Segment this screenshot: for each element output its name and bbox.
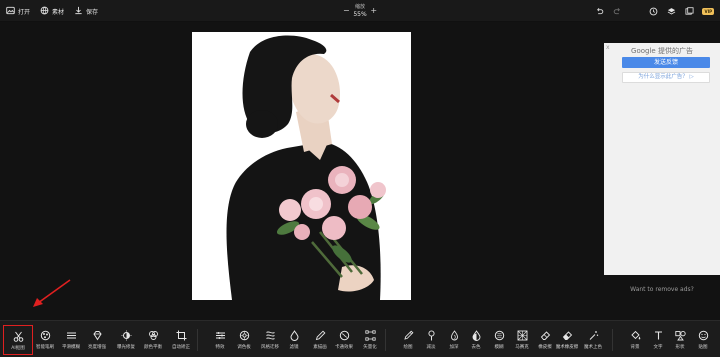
tool-label: 魔术上色 [584,345,602,350]
tool-label: 绘图 [403,345,413,350]
download-icon [74,6,83,17]
tool-color-balance-button[interactable]: 颜色平衡 [138,325,168,355]
history-actions: VIP [594,0,714,22]
zoom-out-button[interactable]: − [341,6,351,16]
tool-label: 特效 [215,345,225,350]
globe-icon [40,6,49,17]
tool-label: 调色板 [237,345,251,350]
bottom-toolbar: AI抠图 智能笔刷 平滑模糊 亮度增强 曝光修复 颜色平衡 自动矫正 特效 调色板 风格迁移 滤镜 素… [0,320,720,357]
tool-label: AI抠图 [11,346,25,351]
crop-icon [175,329,187,341]
sliders-icon [214,329,226,341]
layers-icon[interactable] [666,6,676,16]
scissors-icon [12,330,24,342]
text-icon [652,329,664,341]
send-feedback-button[interactable]: 发送反馈 [622,57,710,68]
assets-button[interactable]: 素材 [40,6,64,17]
cartoon-icon [338,329,350,341]
tool-label: 自动矫正 [172,345,190,350]
remove-ads-link[interactable]: Want to remove ads? [604,286,720,293]
tool-label: 模糊 [494,345,504,350]
editor-canvas[interactable] [0,22,600,320]
tool-list: AI抠图 智能笔刷 平滑模糊 亮度增强 曝光修复 颜色平衡 自动矫正 特效 调色板 风格迁移 滤镜 素… [0,321,720,357]
tool-vector-button[interactable]: 矢量化 [355,325,385,355]
open-label: 打开 [18,8,31,16]
smooth-blur-icon [65,329,77,341]
eraser-icon [539,329,551,341]
tool-label: 卡通效果 [335,345,353,350]
tool-label: 背景 [630,345,640,350]
burn-icon [448,329,460,341]
file-actions: 打开 素材 保存 [6,0,98,22]
style-icon [264,329,276,341]
pencil-sketch-icon [314,329,326,341]
gallery-icon[interactable] [684,6,694,16]
zoom-control: − 缩放 55% + [336,0,384,22]
desaturate-icon [470,329,482,341]
tool-label: 曝光修复 [117,345,135,350]
smart-brush-icon [39,329,51,341]
zoom-in-button[interactable]: + [369,6,379,16]
annotation-arrow-icon [33,279,71,307]
tool-label: 去色 [471,345,481,350]
tool-label: 颜色平衡 [144,345,162,350]
tool-label: 平滑模糊 [62,345,80,350]
dodge-icon [425,329,437,341]
save-button[interactable]: 保存 [74,6,98,17]
edited-photo [192,32,411,300]
image-icon [6,6,15,17]
why-this-ad-button[interactable]: 为什么显示此广告？ ▷ [622,72,710,83]
save-label: 保存 [86,8,99,16]
zoom-label: 缩放 [354,3,365,10]
tool-label: 智能笔刷 [36,345,54,350]
tool-sticker-button[interactable]: 贴图 [688,325,718,355]
tool-diamond-button[interactable]: 亮度增强 [82,325,112,355]
zoom-value: 55% [353,10,367,18]
redo-icon[interactable] [612,6,622,16]
undo-icon[interactable] [594,6,604,16]
tool-label: 矢量化 [363,345,377,350]
tool-magic-color-button[interactable]: 魔术上色 [578,325,608,355]
tool-exposure-button[interactable]: 曝光修复 [111,325,141,355]
tool-crop-button[interactable]: 自动矫正 [166,325,196,355]
toolbar-divider [197,329,198,351]
tool-label: 减淡 [426,345,436,350]
palette-icon [238,329,250,341]
vip-badge[interactable]: VIP [702,7,714,15]
fill-icon [629,329,641,341]
assets-label: 素材 [52,8,65,16]
blur-icon [493,329,505,341]
tool-label: 橡皮擦 [538,345,552,350]
tool-label: 马赛克 [515,345,529,350]
tool-label: 魔术橡皮擦 [555,345,579,350]
diamond-icon [91,329,103,341]
tool-label: 文字 [653,345,663,350]
ad-google-label: Google 提供的广告 [631,47,693,55]
color-balance-icon [147,329,159,341]
top-toolbar: 打开 素材 保存 − 缩放 55% + VIP [0,0,720,22]
tool-label: 风格迁移 [261,345,279,350]
tool-label: 贴图 [698,345,708,350]
tool-label: 加深 [449,345,459,350]
tool-label: 滤镜 [289,345,299,350]
mosaic-icon [516,329,528,341]
pen-icon [402,329,414,341]
toolbar-divider [612,329,613,351]
tool-label: 形状 [675,345,685,350]
shapes-icon [674,329,686,341]
exposure-icon [120,329,132,341]
tool-scissors-button[interactable]: AI抠图 [3,325,33,355]
sticker-icon [697,329,709,341]
drop-icon [288,329,300,341]
open-button[interactable]: 打开 [6,6,30,17]
tool-label: 亮度增强 [88,345,106,350]
magic-color-icon [587,329,599,341]
vector-icon [364,329,376,341]
toolbar-divider [385,329,386,351]
ad-panel: x Google 提供的广告 发送反馈 为什么显示此广告？ ▷ [604,43,720,275]
tool-label: 素描画 [313,345,327,350]
magic-eraser-icon [561,329,573,341]
history-icon[interactable] [648,6,658,16]
